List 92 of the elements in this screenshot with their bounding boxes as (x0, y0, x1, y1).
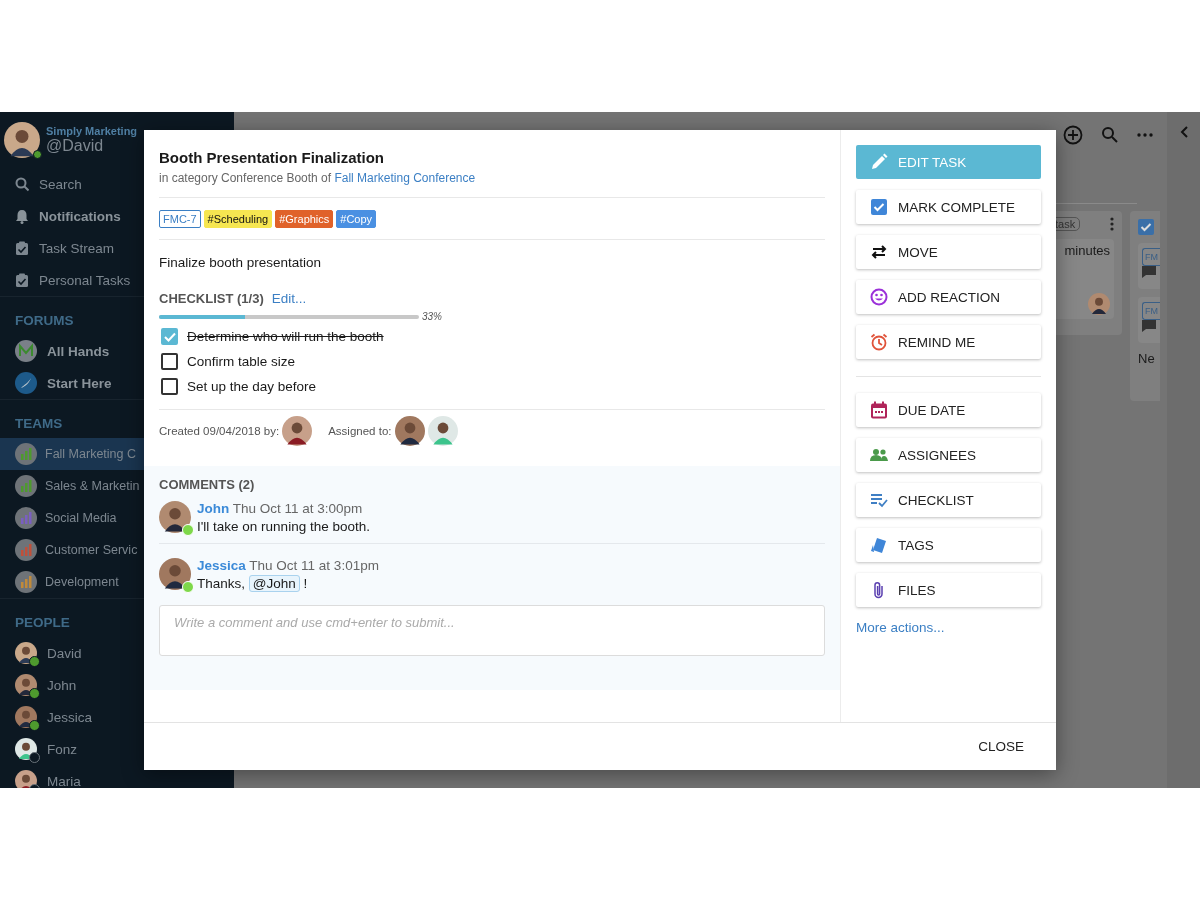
search-icon (15, 176, 29, 192)
checkbox-icon[interactable] (1138, 219, 1154, 235)
card-text: minutes (1064, 243, 1110, 258)
nav-item[interactable]: Task Stream (39, 240, 115, 256)
checkbox[interactable] (161, 378, 178, 395)
assigned-label: Assigned to: (328, 424, 392, 437)
chevron-left-icon[interactable] (1179, 126, 1188, 138)
column-footer: Ne (1138, 351, 1160, 366)
pencil-icon (870, 153, 888, 171)
comment-text: Thanks, @John ! (197, 574, 309, 594)
team-item[interactable]: Customer Servic (45, 543, 138, 557)
action-button[interactable]: REMIND ME (856, 325, 1041, 359)
person-item[interactable]: John (47, 677, 77, 693)
comment-icon (1142, 266, 1156, 278)
avatar (1088, 293, 1110, 315)
forum-item[interactable]: All Hands (47, 343, 110, 359)
action-button[interactable]: MARK COMPLETE (856, 190, 1041, 224)
kebab-icon[interactable] (1110, 217, 1114, 231)
list-check-icon (870, 491, 888, 509)
team-item[interactable]: Sales & Marketin (45, 479, 140, 493)
checkbox[interactable] (161, 328, 178, 345)
avatar (159, 501, 191, 533)
action-button[interactable]: TAGS (856, 528, 1041, 562)
nav-item[interactable]: Search (39, 176, 82, 192)
comment-text: I'll take on running the booth. (197, 518, 370, 536)
task-category: in category Conference Booth of Fall Marketing Conference (159, 170, 477, 187)
comment-author[interactable]: Jessica (197, 558, 246, 573)
avatar (159, 558, 191, 590)
smiley-icon (870, 288, 888, 306)
alarm-clock-icon (870, 333, 888, 351)
team-icon (15, 539, 37, 561)
workspace-name: Simply Marketing (46, 125, 138, 137)
people-icon (870, 446, 888, 464)
team-item[interactable]: Fall Marketing C (45, 447, 136, 461)
action-button[interactable]: MOVE (856, 235, 1041, 269)
nav-item[interactable]: Personal Tasks (39, 272, 131, 288)
check-icon (163, 331, 176, 342)
clipboard-check-icon (15, 240, 29, 256)
avatar (427, 415, 458, 446)
checkbox[interactable] (161, 353, 178, 370)
search-icon[interactable] (1101, 126, 1119, 144)
task-description: Finalize booth presentation (159, 254, 323, 272)
comment-icon (1142, 320, 1156, 332)
comment-author[interactable]: John (197, 501, 230, 516)
close-button[interactable]: CLOSE (974, 729, 1028, 764)
forum-icon (15, 372, 37, 394)
action-button[interactable]: CHECKLIST (856, 483, 1041, 517)
comment-time: Thu Oct 11 at 3:00pm (232, 501, 363, 516)
progress-reading: 33% (422, 311, 442, 322)
avatar (394, 415, 425, 446)
team-item[interactable]: Development (45, 575, 119, 589)
tag[interactable]: FMC-7 (159, 210, 201, 228)
add-icon[interactable] (1063, 125, 1083, 145)
tag-icon (870, 536, 888, 554)
person-item[interactable]: David (47, 645, 82, 661)
clipboard-check-icon (15, 272, 29, 288)
user-handle: @David (46, 137, 105, 155)
team-icon (15, 507, 37, 529)
more-icon[interactable] (1137, 133, 1153, 137)
bell-icon (15, 208, 29, 224)
tag[interactable]: #Copy (336, 210, 377, 228)
edit-link[interactable]: Edit... (271, 290, 307, 308)
avatar (4, 122, 40, 158)
team-icon (15, 475, 37, 497)
comment-field[interactable]: Write a comment and use cmd+enter to submit... (159, 605, 825, 656)
team-item[interactable]: Social Media (45, 511, 117, 525)
forum-item[interactable]: Start Here (47, 375, 112, 391)
nav-item[interactable]: Notifications (39, 208, 121, 224)
more-actions-link[interactable]: More actions... (856, 620, 945, 635)
tag[interactable]: #Graphics (275, 210, 334, 228)
checklist-item: Confirm table size (187, 354, 296, 369)
team-icon (15, 571, 37, 593)
checkbox-icon (870, 198, 888, 216)
action-button[interactable]: ASSIGNEES (856, 438, 1041, 472)
team-icon (15, 443, 37, 465)
task-title: Booth Presentation Finalization (159, 148, 385, 168)
tag[interactable]: #Scheduling (203, 210, 273, 228)
action-button[interactable]: ADD REACTION (856, 280, 1041, 314)
swap-arrows-icon (870, 243, 888, 261)
person-item[interactable]: Fonz (47, 741, 77, 757)
comments-heading: COMMENTS (2) (159, 476, 256, 494)
forum-icon (15, 340, 37, 362)
person-item[interactable]: Maria (47, 773, 81, 788)
person-item[interactable]: Jessica (47, 709, 92, 725)
calendar-icon (870, 401, 888, 419)
avatar (282, 415, 313, 446)
checklist-item: Set up the day before (187, 379, 317, 394)
project-link[interactable]: Fall Marketing Conference (334, 171, 476, 185)
mention-link[interactable]: @John (248, 575, 300, 592)
action-button[interactable]: FILES (856, 573, 1041, 607)
action-button[interactable]: DUE DATE (856, 393, 1041, 427)
comment-time: Thu Oct 11 at 3:01pm (249, 558, 379, 573)
